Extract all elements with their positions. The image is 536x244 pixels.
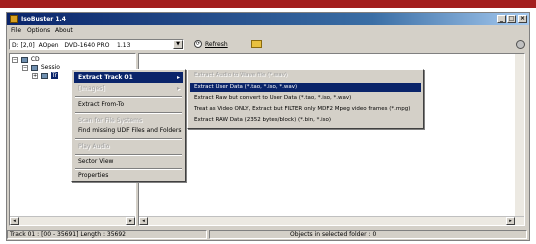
drive-select[interactable]: D: [2,0] AOpen DVD-1640 PRO 1.13 ▼ — [9, 39, 184, 50]
refresh-label: Refresh — [205, 41, 228, 48]
menu-about[interactable]: About — [55, 27, 73, 34]
title-bar[interactable]: IsoBuster 1.4 _ □ × — [7, 13, 529, 25]
window-title: IsoBuster 1.4 — [21, 16, 66, 23]
menu-bar: File Options About — [7, 26, 529, 36]
header-band — [0, 0, 536, 8]
content-vertical-scrollbar[interactable] — [515, 54, 524, 216]
isobuster-app-icon[interactable] — [10, 15, 18, 23]
status-object-count: Objects in selected folder : 0 — [209, 230, 527, 239]
scroll-right-icon[interactable]: ▸ — [506, 217, 515, 225]
minimize-button[interactable]: _ — [497, 15, 506, 23]
menu-item-label: Extract Track 01 — [78, 74, 133, 81]
chevron-down-icon[interactable]: ▼ — [173, 40, 183, 49]
collapse-icon[interactable]: − — [22, 64, 28, 71]
toolbar: D: [2,0] AOpen DVD-1640 PRO 1.13 ▼ ⟳ Ref… — [7, 38, 529, 52]
menu-item-sector-view[interactable]: Sector View — [74, 156, 183, 167]
submenu-item-extract-audio-wave[interactable]: Extract Audio to Wave file (*.wav) — [190, 71, 421, 80]
tree-label-session: Sessio — [40, 64, 60, 71]
drive-select-value: D: [2,0] AOpen DVD-1640 PRO 1.13 — [12, 42, 131, 49]
tree-label-cd: CD — [30, 56, 40, 63]
scroll-left-icon[interactable]: ◂ — [139, 217, 148, 225]
folder-icon[interactable] — [251, 40, 262, 48]
menu-file[interactable]: File — [11, 27, 21, 34]
maximize-button[interactable]: □ — [507, 15, 516, 23]
menu-item-play-audio[interactable]: Play Audio — [74, 141, 183, 152]
track-icon — [40, 72, 48, 79]
tree-label-track: Tr — [50, 72, 59, 79]
menu-item-images[interactable]: [Images] ▸ — [74, 83, 183, 94]
submenu-item-extract-raw-data[interactable]: Extract RAW Data (2352 bytes/block) (*.b… — [190, 116, 421, 125]
submenu-item-treat-as-video[interactable]: Treat as Video ONLY, Extract but FILTER … — [190, 105, 421, 114]
menu-separator — [75, 138, 182, 140]
status-bar: Track 01 : [00 - 35691] Length : 35692 O… — [7, 229, 529, 240]
disc-icon[interactable] — [516, 40, 525, 49]
submenu-item-extract-raw-convert[interactable]: Extract Raw but convert to User Data (*.… — [190, 94, 421, 103]
menu-options[interactable]: Options — [27, 27, 50, 34]
close-button[interactable]: × — [518, 15, 527, 23]
submenu-arrow-icon: ▸ — [176, 74, 180, 81]
context-menu: Extract Track 01 ▸ [Images] ▸ Extract Fr… — [71, 69, 186, 182]
menu-item-properties[interactable]: Properties — [74, 170, 183, 181]
content-horizontal-scrollbar[interactable]: ◂ ▸ — [139, 216, 524, 225]
refresh-icon: ⟳ — [194, 40, 202, 48]
menu-item-find-missing-udf[interactable]: Find missing UDF Files and Folders — [74, 125, 183, 136]
menu-item-extract-track[interactable]: Extract Track 01 ▸ — [74, 72, 183, 83]
menu-separator — [75, 96, 182, 98]
tree-item-track[interactable]: + Tr — [32, 72, 59, 80]
status-track-info: Track 01 : [00 - 35691] Length : 35692 — [7, 230, 207, 239]
scroll-right-icon[interactable]: ▸ — [126, 217, 135, 225]
menu-item-label: [Images] — [78, 85, 105, 92]
submenu-arrow-icon: ▸ — [176, 85, 180, 92]
tree-item-cd[interactable]: − CD — [12, 56, 40, 64]
expand-icon[interactable]: + — [32, 72, 38, 79]
submenu-item-extract-user-data[interactable]: Extract User Data (*.tao, *.iso, *.wav) — [190, 83, 421, 92]
scroll-left-icon[interactable]: ◂ — [10, 217, 19, 225]
collapse-icon[interactable]: − — [12, 56, 18, 63]
menu-item-extract-from-to[interactable]: Extract From-To — [74, 99, 183, 110]
menu-separator — [75, 112, 182, 114]
session-icon — [30, 64, 38, 71]
tree-horizontal-scrollbar[interactable]: ◂ ▸ — [10, 216, 135, 225]
extract-submenu: Extract Audio to Wave file (*.wav) Extra… — [187, 69, 424, 129]
tree-item-session[interactable]: − Sessio — [22, 64, 60, 72]
cd-icon — [20, 56, 28, 63]
